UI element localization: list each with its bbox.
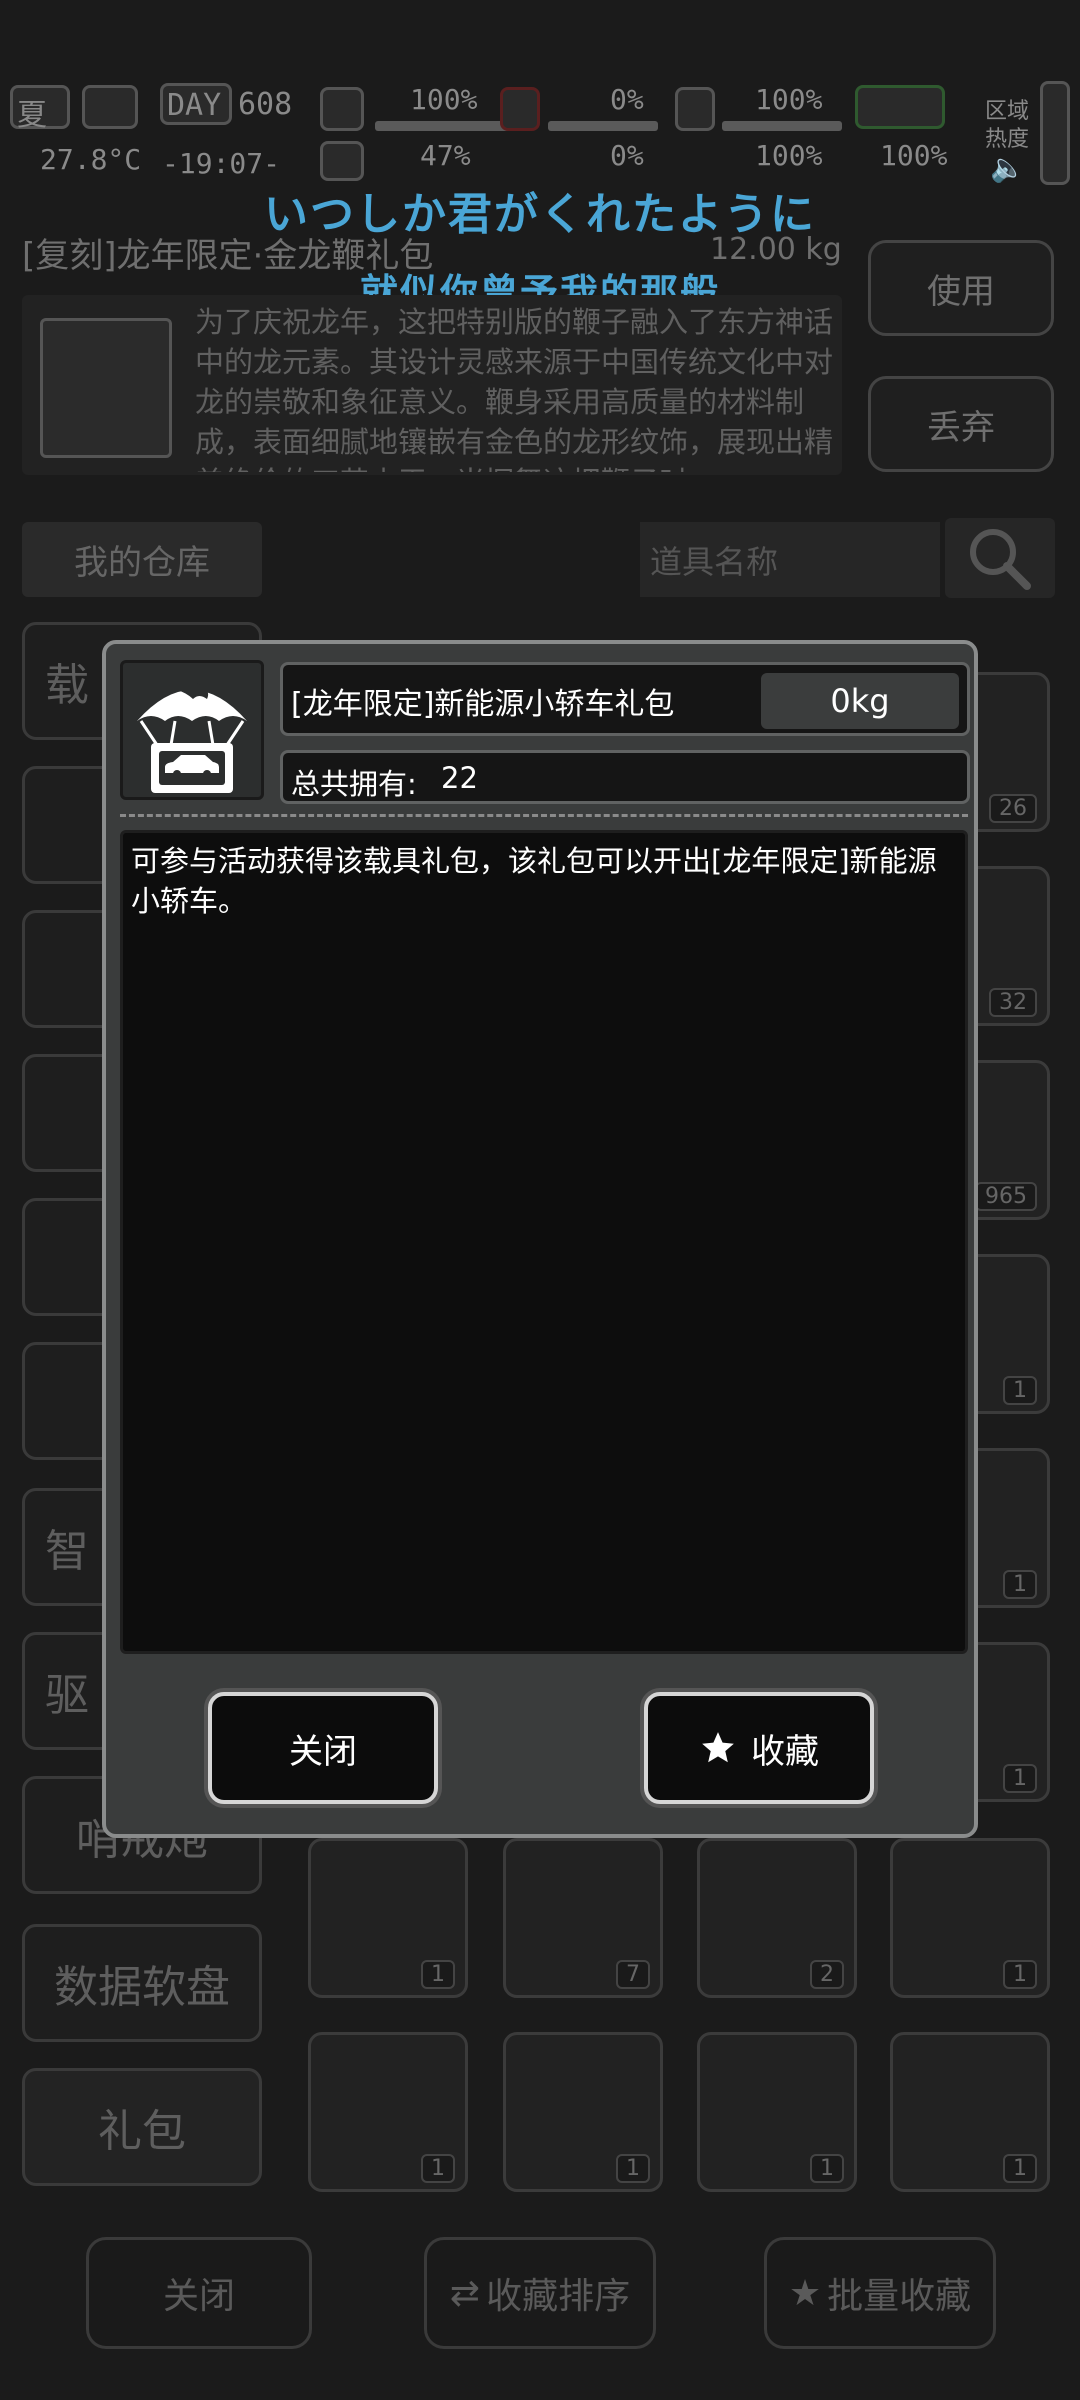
item-name: [龙年限定]新能源小轿车礼包 xyxy=(291,687,675,722)
close-button[interactable]: 关闭 xyxy=(208,1692,438,1804)
close-button-label: 关闭 xyxy=(289,1731,357,1772)
dashed-divider xyxy=(120,814,968,817)
item-weight: 0kg xyxy=(761,673,959,729)
gift-pack-icon-box xyxy=(120,660,264,800)
owned-count-row: 总共拥有: 22 xyxy=(280,750,970,804)
favorite-button-label: 收藏 xyxy=(751,1731,819,1772)
item-name-row: [龙年限定]新能源小轿车礼包 0kg xyxy=(280,662,970,736)
star-icon xyxy=(702,1732,734,1763)
owned-count-label: 总共拥有: xyxy=(291,767,417,801)
item-description: 可参与活动获得该载具礼包，该礼包可以开出[龙年限定]新能源小轿车。 xyxy=(131,844,937,918)
owned-count-value: 22 xyxy=(441,761,478,795)
favorite-button[interactable]: 收藏 xyxy=(644,1692,874,1804)
item-detail-dialog: [龙年限定]新能源小轿车礼包 0kg 总共拥有: 22 可参与活动获得该载具礼包… xyxy=(102,640,978,1838)
description-panel[interactable]: 可参与活动获得该载具礼包，该礼包可以开出[龙年限定]新能源小轿车。 xyxy=(120,830,968,1654)
parachute-car-icon xyxy=(137,681,247,793)
